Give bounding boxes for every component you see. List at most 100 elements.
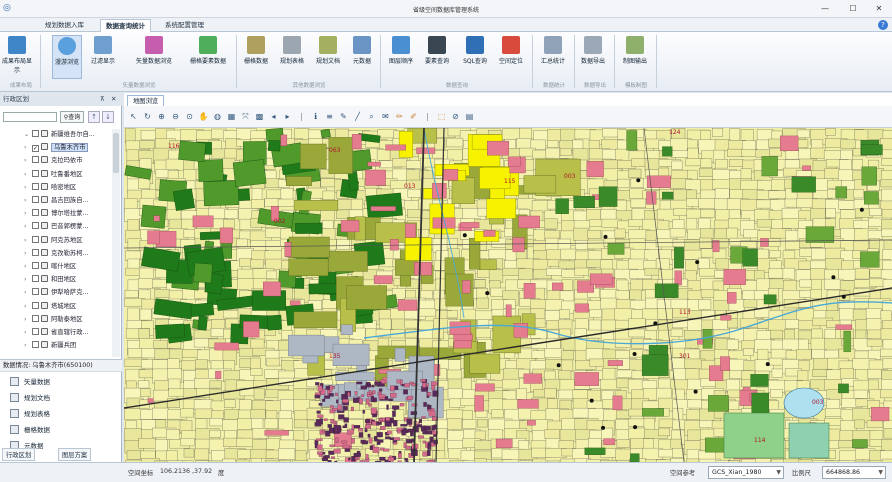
checkbox[interactable] — [32, 209, 39, 217]
tree-item[interactable]: › 塔城地区 — [24, 301, 76, 313]
draw-point-icon[interactable]: ✎ — [338, 111, 349, 122]
sql-query-button[interactable]: SQL查询 — [458, 35, 492, 79]
summary-stats-button[interactable]: 汇总统计 — [536, 35, 570, 79]
clear-selection-icon[interactable]: ⊘ — [450, 111, 461, 122]
collapse-arrow-icon[interactable]: ⌄ — [24, 129, 32, 141]
draw-line-icon[interactable]: ╱ — [352, 111, 363, 122]
tree-scrollbar[interactable] — [112, 129, 120, 357]
tree-item[interactable]: › 省直辖行政... — [24, 327, 89, 339]
expand-arrow-icon[interactable]: › — [24, 155, 32, 167]
tree-item[interactable]: › 伊犁哈萨克... — [24, 287, 89, 299]
tab-layer-scheme[interactable]: 图层方案 — [58, 448, 92, 461]
checkbox[interactable] — [32, 314, 39, 322]
checkbox[interactable] — [32, 222, 39, 230]
roam-browse-button[interactable]: 漫游浏览 — [52, 35, 82, 79]
checkbox[interactable] — [32, 301, 39, 309]
expand-arrow-icon[interactable]: › — [24, 195, 32, 207]
feature-query-button[interactable]: 要素查询 — [420, 35, 454, 79]
identify-icon[interactable]: ⌕ — [366, 111, 377, 122]
tree-item[interactable]: › 昌吉回族自... — [24, 195, 89, 207]
data-type-item[interactable]: 矢量数据 — [10, 375, 50, 389]
select-features-icon[interactable]: ⬚ — [436, 111, 447, 122]
doc-tab-map-browse[interactable]: 地图浏览 — [127, 95, 165, 106]
expand-arrow-icon[interactable]: › — [24, 208, 32, 220]
layer-order-button[interactable]: 图层顺序 — [386, 35, 416, 79]
expand-arrow-icon[interactable]: › — [24, 142, 32, 154]
expand-arrow-icon[interactable]: › — [24, 287, 32, 299]
help-icon[interactable]: ? — [878, 20, 888, 30]
tab-system-config[interactable]: 系统配置管理 — [160, 19, 209, 32]
data-export-button[interactable]: 数据导出 — [576, 35, 610, 79]
layers-grid-icon[interactable]: ▩ — [254, 111, 265, 122]
query-button[interactable]: ⚲查询 — [60, 111, 84, 123]
checkbox[interactable] — [32, 235, 39, 243]
checkbox[interactable] — [32, 196, 39, 203]
plan-doc-button[interactable]: 规划文档 — [312, 35, 344, 79]
checkbox[interactable] — [32, 262, 39, 269]
tree-item[interactable]: › 克拉玛依市 — [24, 155, 82, 167]
expand-arrow-icon[interactable]: › — [24, 248, 32, 260]
expand-arrow-icon[interactable]: › — [24, 301, 32, 313]
checkbox[interactable] — [32, 288, 39, 296]
expand-arrow-icon[interactable]: › — [24, 182, 32, 194]
expand-arrow-icon[interactable]: › — [24, 169, 32, 181]
pencil-icon[interactable]: ✏ — [394, 111, 405, 122]
maximize-button[interactable]: ☐ — [844, 2, 862, 15]
tree-item[interactable]: › 喀什地区 — [24, 261, 76, 273]
metadata-button[interactable]: 元数据 — [348, 35, 376, 79]
data-type-item[interactable]: 规划表格 — [10, 407, 50, 421]
tree-item[interactable]: › 吐鲁番地区 — [24, 169, 82, 181]
vector-browse-button[interactable]: 矢量数据浏览 — [130, 35, 178, 79]
tab-data-import[interactable]: 规划数据入库 — [40, 19, 89, 32]
full-extent-icon[interactable]: ⤧ — [240, 111, 251, 122]
expand-arrow-icon[interactable]: › — [24, 314, 32, 326]
checkbox[interactable] — [32, 341, 39, 349]
srs-select[interactable]: GCS_Xian_1980 ▼ — [708, 466, 784, 479]
chat-icon[interactable]: ✉ — [380, 111, 391, 122]
tab-query-stats[interactable]: 数据查询统计 — [100, 19, 151, 32]
checkbox[interactable] — [32, 275, 39, 283]
map-canvas[interactable]: 116 002 063 013 115 003 124 135 301 113 003 114 — [124, 128, 892, 462]
refresh-icon[interactable]: ↻ — [142, 111, 153, 122]
pin-icon[interactable]: ⊼ — [100, 93, 105, 106]
checkbox[interactable] — [32, 328, 39, 335]
forward-arrow-icon[interactable]: ▸ — [282, 111, 293, 122]
tree-item[interactable]: › 巴音郭楞蒙... — [24, 221, 89, 233]
expand-arrow-icon[interactable]: › — [24, 261, 32, 273]
up-arrow-icon[interactable]: ↑ — [88, 111, 100, 123]
tab-region[interactable]: 行政区划 — [2, 448, 36, 461]
fixed-zoom-icon[interactable]: ⊙ — [184, 111, 195, 122]
tree-item[interactable]: › 和田地区 — [24, 274, 76, 286]
minimize-button[interactable]: — — [816, 2, 834, 15]
data-type-item[interactable]: 规划文档 — [10, 391, 50, 405]
expand-arrow-icon[interactable]: › — [24, 327, 32, 339]
tree-item[interactable]: ⌄ 新疆维吾尔自... — [24, 129, 95, 141]
checkbox[interactable] — [32, 169, 39, 177]
region-search-input[interactable] — [3, 112, 57, 122]
measure-icon[interactable]: ≡ — [324, 111, 335, 122]
grid-icon[interactable]: ▦ — [226, 111, 237, 122]
expand-arrow-icon[interactable]: › — [24, 235, 32, 247]
globe-full-extent-icon[interactable]: ◍ — [212, 111, 223, 122]
expand-arrow-icon[interactable]: › — [24, 340, 32, 352]
tree-item[interactable]: › 博尔塔拉蒙... — [24, 208, 89, 220]
tree-item[interactable]: › 克孜勒苏柯... — [24, 248, 89, 260]
checkbox[interactable] — [32, 156, 39, 164]
info-icon[interactable]: ℹ — [310, 111, 321, 122]
checkbox[interactable]: ✓ — [32, 145, 39, 153]
select-arrow-icon[interactable]: ↖ — [128, 111, 139, 122]
expand-arrow-icon[interactable]: › — [24, 221, 32, 233]
tree-item[interactable]: › 新疆兵团 — [24, 340, 76, 352]
raster-feature-button[interactable]: 栅格要素数据 — [184, 35, 232, 79]
zoom-in-icon[interactable]: ⊕ — [156, 111, 167, 122]
tree-item[interactable]: › 阿克苏地区 — [24, 235, 82, 247]
scale-select[interactable]: 664868.86 ▼ — [822, 466, 886, 479]
spatial-locate-button[interactable]: 空间定位 — [494, 35, 528, 79]
expand-arrow-icon[interactable]: › — [24, 274, 32, 286]
edit-icon[interactable]: ✐ — [408, 111, 419, 122]
checkbox[interactable] — [32, 248, 39, 256]
checkbox[interactable] — [32, 182, 39, 190]
scrollbar-thumb[interactable] — [113, 133, 119, 173]
close-button[interactable]: ✕ — [870, 2, 888, 15]
data-type-item[interactable]: 栅格数据 — [10, 423, 50, 437]
